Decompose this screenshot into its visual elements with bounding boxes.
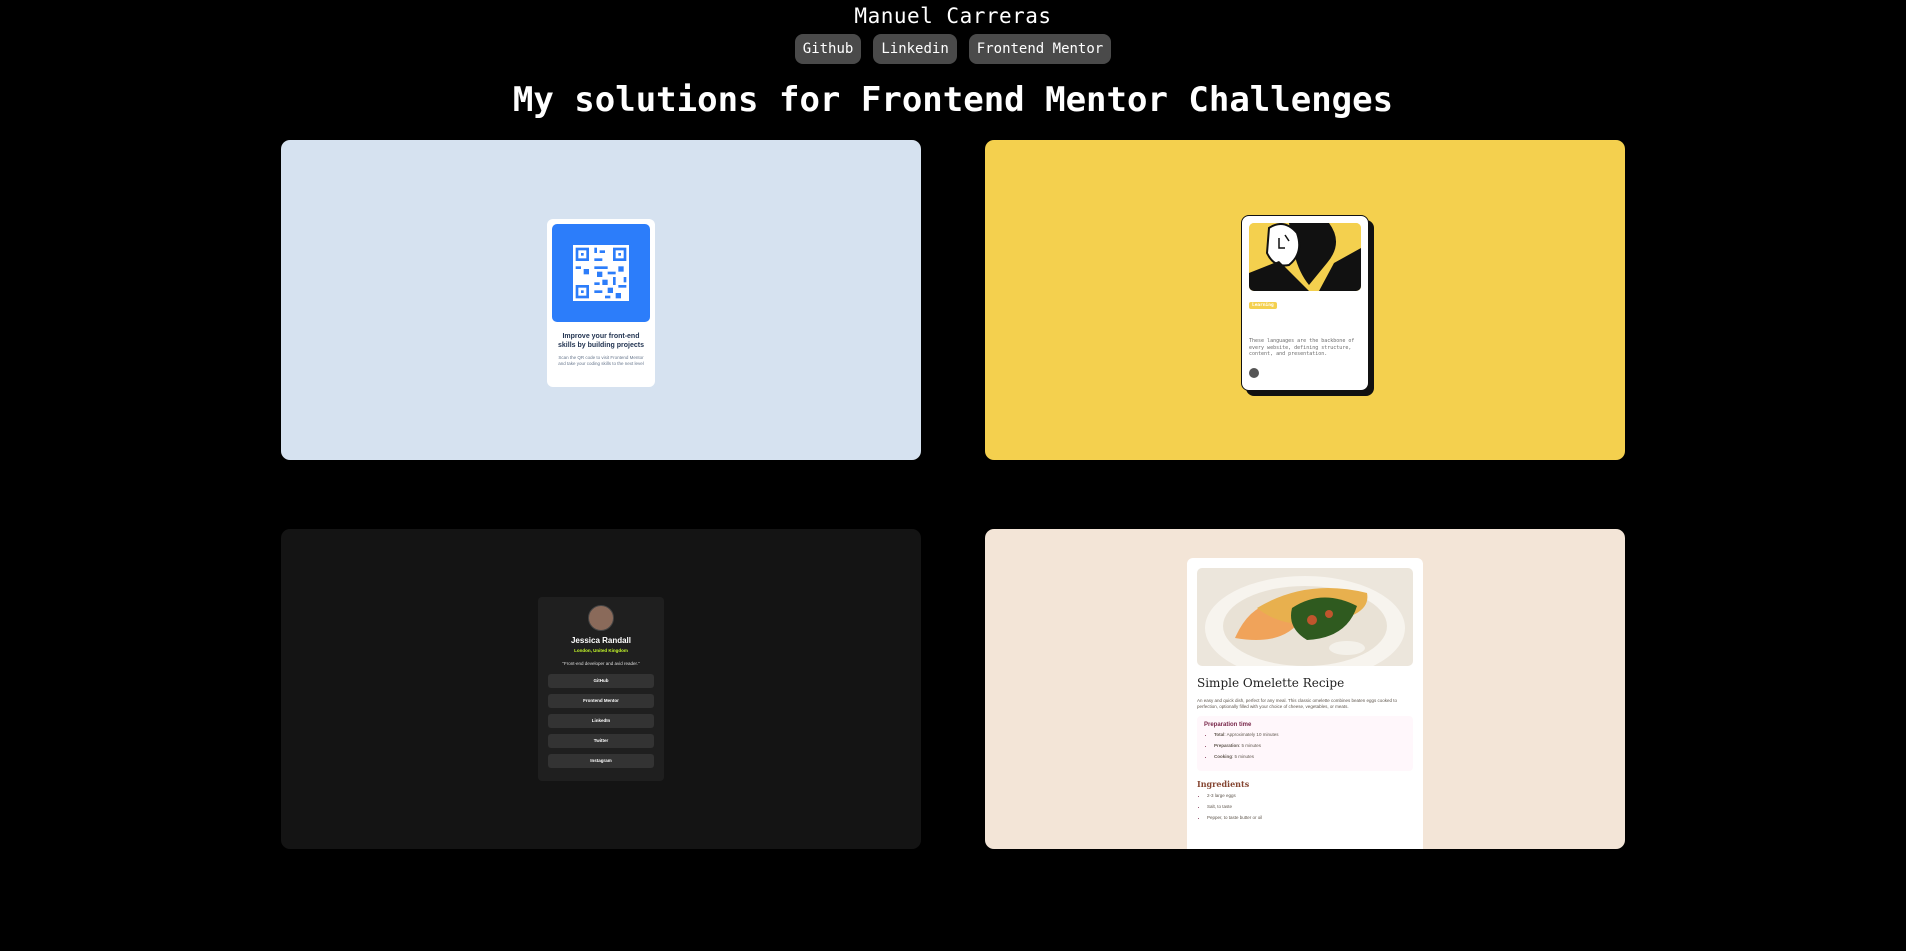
ingredients-title: Ingredients (1197, 779, 1250, 789)
ingredient-item: 2-3 large eggs (1207, 793, 1413, 798)
qr-card-preview: Improve your front-end skills by buildin… (547, 219, 655, 387)
qr-code-icon (573, 245, 629, 301)
qr-code-image (552, 224, 650, 322)
profile-link-twitter: Twitter (548, 734, 654, 748)
linkedin-link[interactable]: Linkedin (873, 34, 957, 64)
prep-item: Total: Approximately 10 minutes (1214, 732, 1406, 737)
preparation-time-box: Preparation time Total: Approximately 10… (1197, 716, 1413, 771)
profile-link-linkedin: LinkedIn (548, 714, 654, 728)
profile-avatar (588, 605, 614, 631)
prep-item: Preparation: 5 minutes (1214, 743, 1406, 748)
profile-name: Jessica Randall (570, 636, 632, 645)
solution-tile-blog-preview[interactable]: Learning Published 21 Dec 2023 HTML & CS… (985, 140, 1625, 460)
blog-illustration (1249, 223, 1361, 291)
ingredient-item: Pepper, to taste butter or oil (1207, 815, 1413, 820)
blog-author: Greg Hooper (1249, 367, 1361, 378)
qr-card-text: Scan the QR code to visit Frontend Mento… (558, 355, 644, 366)
profile-link-github: GitHub (548, 674, 654, 688)
profile-location: London, United Kingdom (574, 648, 628, 653)
profile-link-frontend-mentor: Frontend Mentor (548, 694, 654, 708)
ingredient-item: Salt, to taste (1207, 804, 1413, 809)
solution-tile-qr-code[interactable]: Improve your front-end skills by buildin… (281, 140, 921, 460)
recipe-card-preview: Simple Omelette Recipe An easy and quick… (1187, 558, 1423, 849)
blog-date: Published 21 Dec 2023 (1249, 315, 1306, 320)
github-link[interactable]: Github (794, 34, 862, 64)
recipe-title: Simple Omelette Recipe (1197, 676, 1345, 690)
qr-card-title: Improve your front-end skills by buildin… (558, 333, 644, 349)
solution-tile-recipe-page[interactable]: Simple Omelette Recipe An easy and quick… (985, 529, 1625, 849)
blog-description: These languages are the backbone of ever… (1249, 338, 1355, 357)
author-avatar (1249, 367, 1259, 378)
ingredients-list: 2-3 large eggs Salt, to taste Pepper, to… (1197, 793, 1413, 820)
frontend-mentor-link[interactable]: Frontend Mentor (968, 34, 1112, 64)
solution-tile-social-links[interactable]: Jessica Randall London, United Kingdom "… (281, 529, 921, 849)
blog-illustration-icon (1249, 223, 1361, 291)
blog-card-preview: Learning Published 21 Dec 2023 HTML & CS… (1241, 215, 1369, 391)
author-name: Greg Hooper (1263, 370, 1293, 375)
preparation-time-title: Preparation time (1204, 722, 1252, 728)
prep-item: Cooking: 5 minutes (1214, 754, 1406, 759)
profile-link-instagram: Instagram (548, 754, 654, 768)
social-links-card-preview: Jessica Randall London, United Kingdom "… (538, 597, 664, 781)
omelette-image (1197, 568, 1413, 666)
profile-bio: "Front-end developer and avid reader." (562, 661, 640, 666)
profile-links-list: GitHub Frontend Mentor LinkedIn Twitter … (548, 674, 654, 768)
blog-tag-badge: Learning (1249, 302, 1277, 309)
omelette-photo-icon (1197, 568, 1413, 666)
blog-title: HTML & CSS foundations (1249, 324, 1355, 333)
recipe-description: An easy and quick dish, perfect for any … (1197, 698, 1398, 709)
social-links-nav: Github Linkedin Frontend Mentor (0, 34, 1906, 64)
page-title: My solutions for Frontend Mentor Challen… (512, 80, 1394, 120)
preparation-time-list: Total: Approximately 10 minutes Preparat… (1204, 732, 1406, 759)
site-owner-name: Manuel Carreras (854, 4, 1052, 28)
